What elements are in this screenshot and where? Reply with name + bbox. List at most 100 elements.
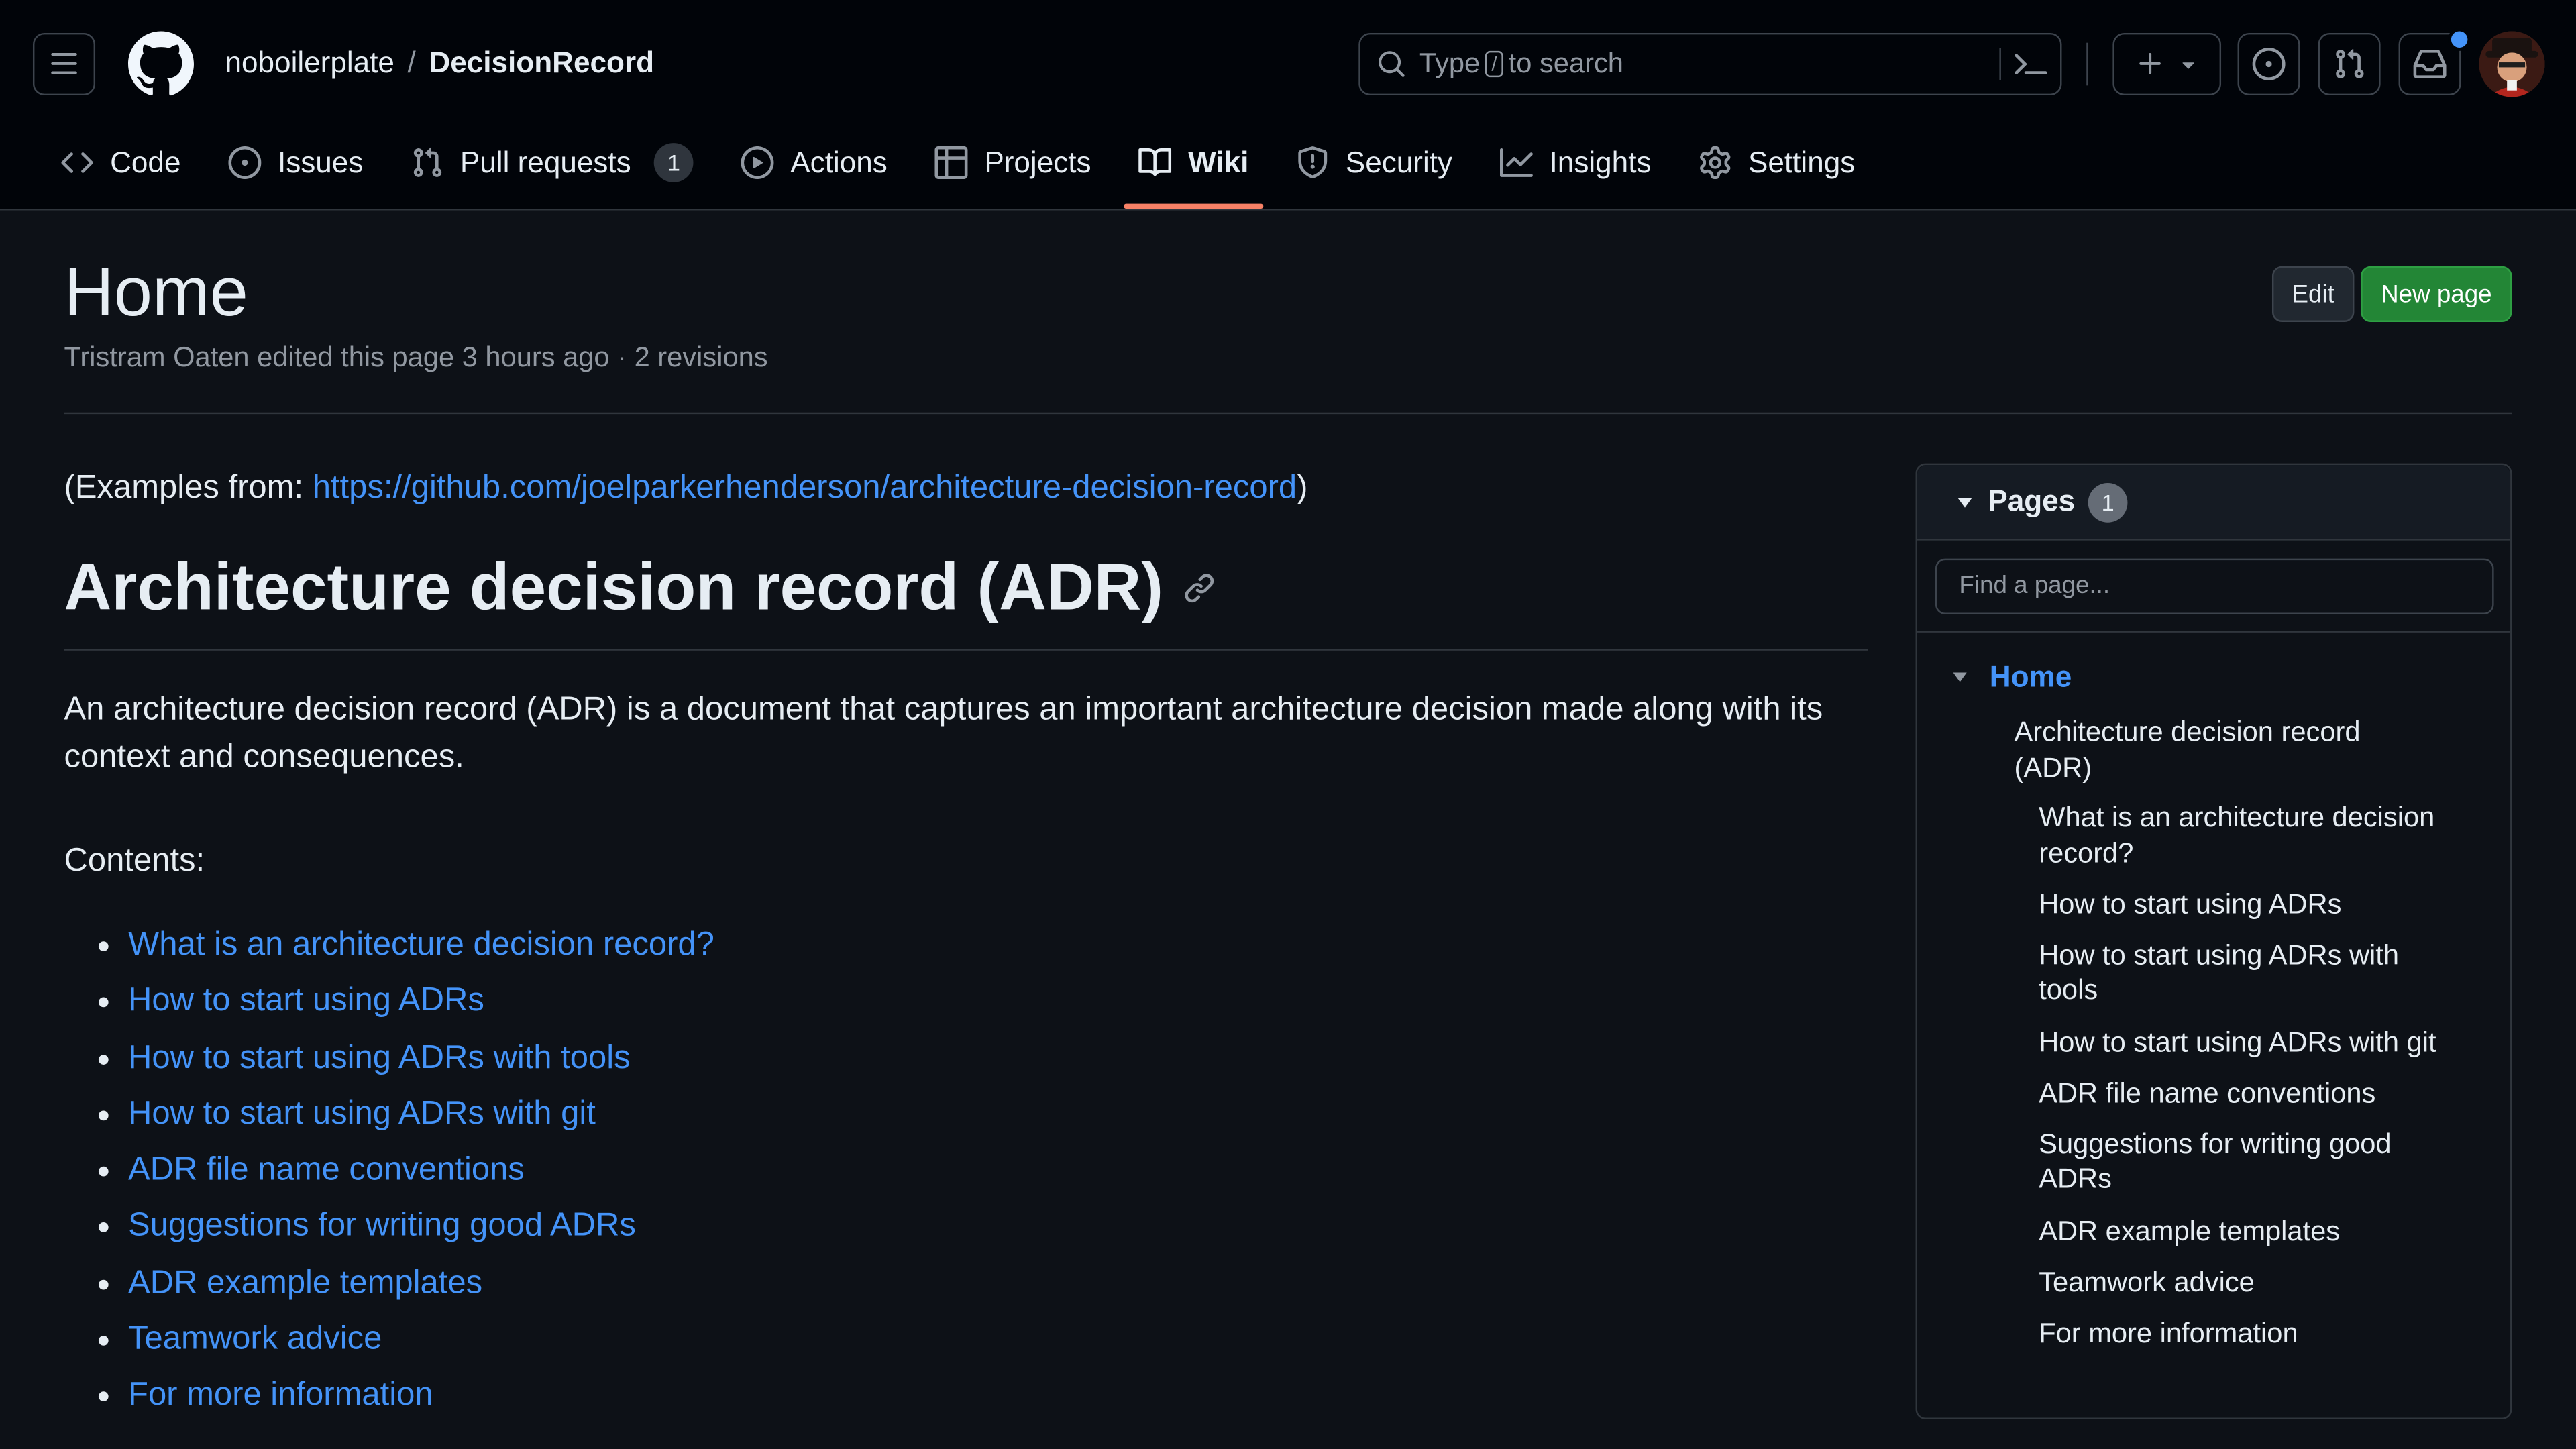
page-root: noboilerplate / DecisionRecord Type / to…: [0, 0, 2576, 1449]
your-pull-requests-button[interactable]: [2318, 32, 2381, 96]
repo-nav: Code Issues Pull requests 1 Actions Proj…: [46, 135, 1888, 209]
sidebar-item-section[interactable]: Architecture decision record (ADR): [2014, 714, 2424, 785]
list-item: How to start using ADRs with tools: [128, 1030, 1868, 1086]
tab-issues-label: Issues: [277, 145, 364, 178]
triangle-down-icon[interactable]: [1950, 667, 1970, 686]
sidebar-item-heading[interactable]: How to start using ADRs with tools: [2039, 938, 2449, 1008]
search-placeholder-before: Type: [1419, 48, 1481, 79]
command-palette-icon[interactable]: [1999, 48, 2047, 81]
github-logo-icon[interactable]: [128, 31, 194, 97]
tab-insights[interactable]: Insights: [1485, 135, 1666, 191]
pages-tree: Home Architecture decision record (ADR) …: [1917, 633, 2510, 1351]
list-item: ADR example templates: [128, 1255, 1868, 1311]
article-heading-text: Architecture decision record (ADR): [64, 551, 1163, 625]
divider: [64, 412, 2512, 415]
global-header: noboilerplate / DecisionRecord Type / to…: [0, 0, 2576, 211]
tab-actions[interactable]: Actions: [727, 135, 902, 191]
sidebar-item-heading[interactable]: For more information: [2039, 1316, 2449, 1352]
toc-link[interactable]: What is an architecture decision record?: [128, 926, 714, 963]
sidebar-item-heading[interactable]: ADR file name conventions: [2039, 1075, 2449, 1111]
intro-suffix: ): [1297, 470, 1308, 506]
list-item: How to start using ADRs with git: [128, 1086, 1868, 1142]
toc-link[interactable]: Teamwork advice: [128, 1321, 382, 1357]
plus-icon: [2139, 52, 2161, 74]
page-title: Home: [64, 253, 248, 331]
breadcrumb-repo-link[interactable]: DecisionRecord: [429, 46, 654, 80]
list-item: Suggestions for writing good ADRs: [128, 1199, 1868, 1255]
toc-link[interactable]: How to start using ADRs with git: [128, 1095, 596, 1132]
tab-settings[interactable]: Settings: [1684, 135, 1870, 191]
issue-icon: [228, 146, 262, 179]
toc-link[interactable]: ADR file name conventions: [128, 1152, 525, 1188]
tab-issues[interactable]: Issues: [213, 135, 378, 191]
play-icon: [741, 146, 774, 179]
tab-code-label: Code: [110, 145, 181, 178]
pages-title: Pages: [1988, 484, 2076, 518]
tab-actions-label: Actions: [790, 145, 888, 178]
sidebar-item-heading[interactable]: How to start using ADRs: [2039, 887, 2449, 922]
list-item: What is an architecture decision record?: [128, 917, 1868, 973]
user-avatar[interactable]: [2479, 31, 2545, 97]
find-page-input[interactable]: [1934, 557, 2493, 614]
list-item: ADR file name conventions: [128, 1142, 1868, 1199]
search-icon: [1379, 51, 1405, 77]
search-placeholder-after: to search: [1508, 48, 1623, 79]
toc-link[interactable]: Suggestions for writing good ADRs: [128, 1208, 636, 1244]
tab-wiki-label: Wiki: [1188, 145, 1249, 178]
menu-button[interactable]: [32, 32, 96, 96]
pages-header[interactable]: Pages 1: [1917, 465, 2511, 541]
tab-settings-label: Settings: [1748, 145, 1856, 178]
tab-projects-label: Projects: [984, 145, 1091, 178]
sidebar-item-heading[interactable]: How to start using ADRs with git: [2039, 1024, 2449, 1060]
sidebar-item-heading[interactable]: Teamwork advice: [2039, 1265, 2449, 1300]
tab-projects[interactable]: Projects: [920, 135, 1106, 191]
contents-list: What is an architecture decision record?…: [64, 917, 1868, 1424]
triangle-down-icon: [1957, 497, 1972, 507]
list-item: For more information: [128, 1367, 1868, 1424]
toc-link[interactable]: How to start using ADRs with tools: [128, 1039, 631, 1075]
toc-link[interactable]: ADR example templates: [128, 1265, 482, 1301]
new-page-button[interactable]: New page: [2361, 266, 2512, 323]
graph-icon: [1500, 148, 1534, 177]
tab-insights-label: Insights: [1549, 145, 1652, 178]
triangle-down-icon: [2182, 62, 2194, 69]
your-issues-button[interactable]: [2237, 32, 2300, 96]
tab-pull-requests[interactable]: Pull requests 1: [396, 135, 708, 191]
tab-code[interactable]: Code: [46, 135, 196, 191]
source-link[interactable]: https://github.com/joelparkerhenderson/a…: [313, 470, 1297, 506]
global-search-input[interactable]: Type / to search: [1358, 32, 2062, 96]
link-anchor-icon[interactable]: [1183, 572, 1216, 604]
search-shortcut-key: /: [1485, 50, 1504, 78]
pages-count-badge: 1: [2088, 482, 2128, 522]
notification-indicator: [2448, 28, 2471, 51]
sidebar-item-heading[interactable]: What is an architecture decision record?: [2039, 800, 2449, 871]
breadcrumb: noboilerplate / DecisionRecord: [225, 46, 655, 80]
breadcrumb-separator: /: [407, 46, 416, 79]
tab-security[interactable]: Security: [1281, 135, 1467, 191]
table-icon: [934, 146, 968, 179]
toc-link[interactable]: For more information: [128, 1377, 433, 1413]
list-item: How to start using ADRs: [128, 973, 1868, 1030]
article-paragraph: An architecture decision record (ADR) is…: [64, 692, 1823, 775]
inbox-icon: [2413, 50, 2447, 78]
git-pull-request-icon: [2336, 48, 2364, 78]
hamburger-icon: [51, 52, 77, 74]
breadcrumb-owner-link[interactable]: noboilerplate: [225, 46, 394, 80]
sidebar-item-heading[interactable]: Suggestions for writing good ADRs: [2039, 1127, 2449, 1197]
create-new-button[interactable]: [2112, 32, 2222, 96]
code-icon: [61, 152, 93, 173]
heading-divider: [64, 649, 1868, 651]
gear-icon: [1700, 146, 1731, 179]
tab-pull-requests-label: Pull requests: [460, 145, 631, 178]
edit-button[interactable]: Edit: [2271, 266, 2355, 323]
toc-link[interactable]: How to start using ADRs: [128, 983, 484, 1019]
pull-request-icon: [413, 147, 442, 177]
contents-label: Contents:: [64, 843, 205, 879]
tab-wiki[interactable]: Wiki: [1124, 135, 1264, 209]
list-item: Teamwork advice: [128, 1311, 1868, 1367]
sidebar-home-label: Home: [1989, 659, 2072, 693]
sidebar-item-heading[interactable]: ADR example templates: [2039, 1214, 2449, 1249]
tab-security-label: Security: [1345, 145, 1453, 178]
sidebar-item-home[interactable]: Home: [1917, 659, 2510, 695]
page-edit-meta: Tristram Oaten edited this page 3 hours …: [64, 341, 768, 373]
